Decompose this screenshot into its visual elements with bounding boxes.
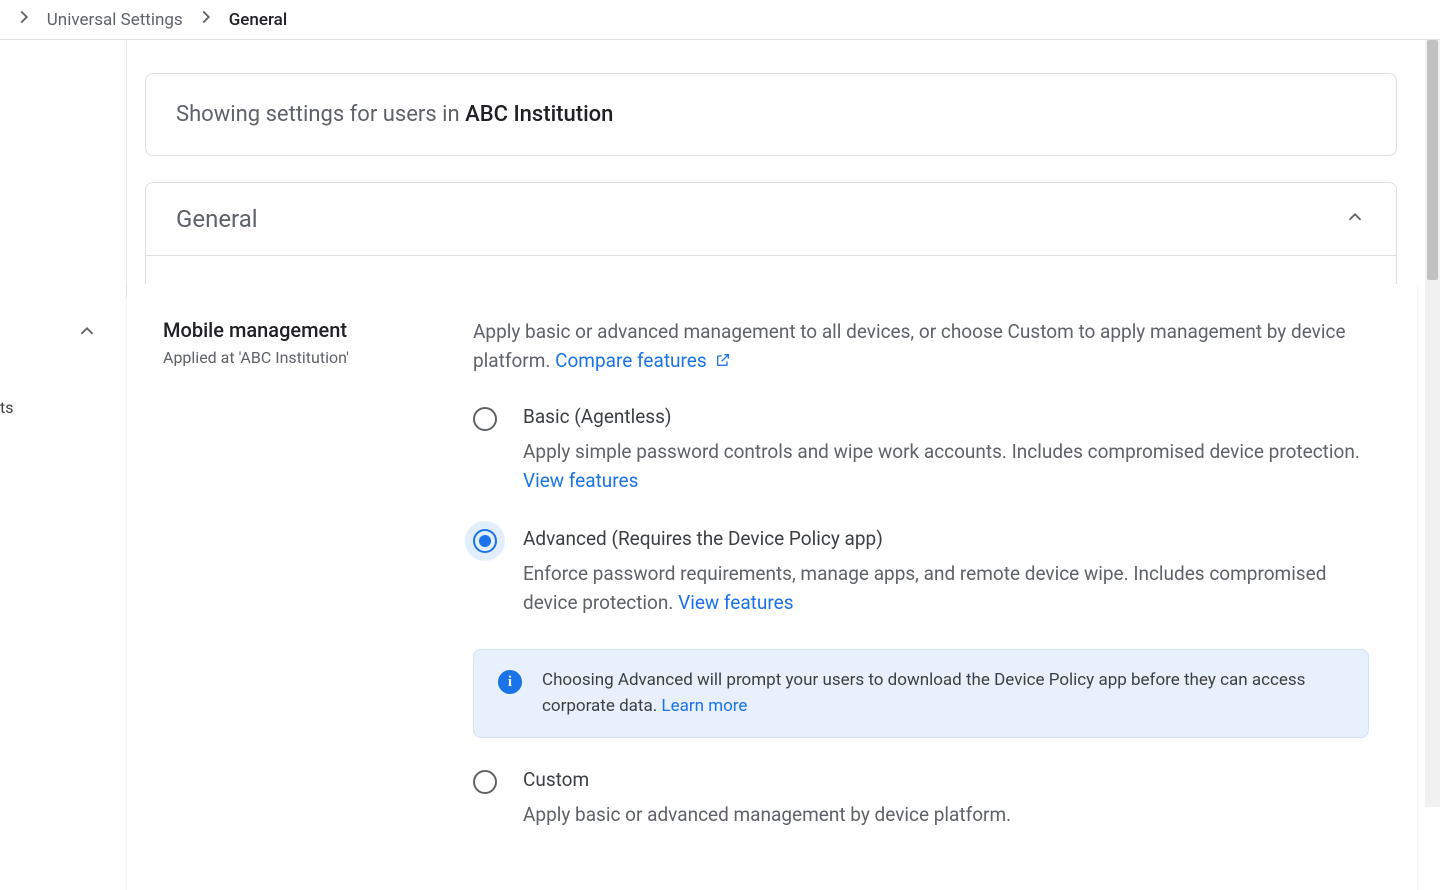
- view-features-basic-link[interactable]: View features: [523, 469, 638, 492]
- learn-more-link[interactable]: Learn more: [661, 696, 747, 716]
- breadcrumb-item-current: General: [229, 10, 287, 30]
- section-header[interactable]: General: [146, 183, 1396, 256]
- scrollbar-thumb[interactable]: [1427, 40, 1438, 280]
- info-text: Choosing Advanced will prompt your users…: [542, 668, 1344, 719]
- radio-title-advanced: Advanced (Requires the Device Policy app…: [523, 527, 1369, 550]
- scrollbar[interactable]: [1425, 40, 1440, 807]
- section-title: General: [176, 205, 258, 233]
- radio-option-custom[interactable]: Custom Apply basic or advanced managemen…: [473, 768, 1369, 830]
- radio-icon[interactable]: [473, 407, 497, 431]
- radio-desc-basic: Apply simple password controls and wipe …: [523, 438, 1369, 495]
- setting-description: Apply basic or advanced management to al…: [473, 318, 1369, 375]
- radio-title-custom: Custom: [523, 768, 1369, 791]
- view-features-advanced-link[interactable]: View features: [678, 591, 793, 614]
- setting-name: Mobile management: [163, 318, 473, 342]
- section-general: General: [145, 182, 1397, 289]
- radio-option-basic[interactable]: Basic (Agentless) Apply simple password …: [473, 405, 1369, 495]
- sidebar-partial: ts: [0, 40, 127, 300]
- setting-mobile-management: Mobile management Applied at 'ABC Instit…: [127, 284, 1417, 890]
- external-link-icon: [715, 352, 731, 368]
- info-icon: i: [498, 670, 522, 694]
- info-banner: i Choosing Advanced will prompt your use…: [473, 649, 1369, 738]
- scope-prefix: Showing settings for users in: [176, 102, 465, 127]
- breadcrumb: s Universal Settings General: [0, 0, 1440, 40]
- radio-icon-selected[interactable]: [465, 521, 505, 561]
- breadcrumb-item-partial[interactable]: s: [0, 10, 1, 30]
- chevron-up-icon: [1344, 206, 1366, 232]
- radio-desc-advanced: Enforce password requirements, manage ap…: [523, 560, 1369, 617]
- sidebar-item-partial[interactable]: ts: [0, 398, 14, 417]
- radio-option-advanced[interactable]: Advanced (Requires the Device Policy app…: [473, 527, 1369, 617]
- scope-card: Showing settings for users in ABC Instit…: [145, 73, 1397, 156]
- breadcrumb-item-universal-settings[interactable]: Universal Settings: [47, 10, 183, 30]
- radio-desc-custom: Apply basic or advanced management by de…: [523, 801, 1369, 830]
- scope-text: Showing settings for users in ABC Instit…: [176, 102, 1366, 127]
- chevron-right-icon: [13, 6, 35, 33]
- scope-org-name: ABC Institution: [465, 102, 613, 127]
- radio-title-basic: Basic (Agentless): [523, 405, 1369, 428]
- chevron-right-icon: [195, 6, 217, 33]
- chevron-up-icon[interactable]: [76, 320, 98, 346]
- compare-features-link[interactable]: Compare features: [555, 349, 731, 372]
- radio-icon[interactable]: [473, 770, 497, 794]
- main-content: Showing settings for users in ABC Instit…: [145, 73, 1397, 289]
- setting-applied-at: Applied at 'ABC Institution': [163, 348, 473, 367]
